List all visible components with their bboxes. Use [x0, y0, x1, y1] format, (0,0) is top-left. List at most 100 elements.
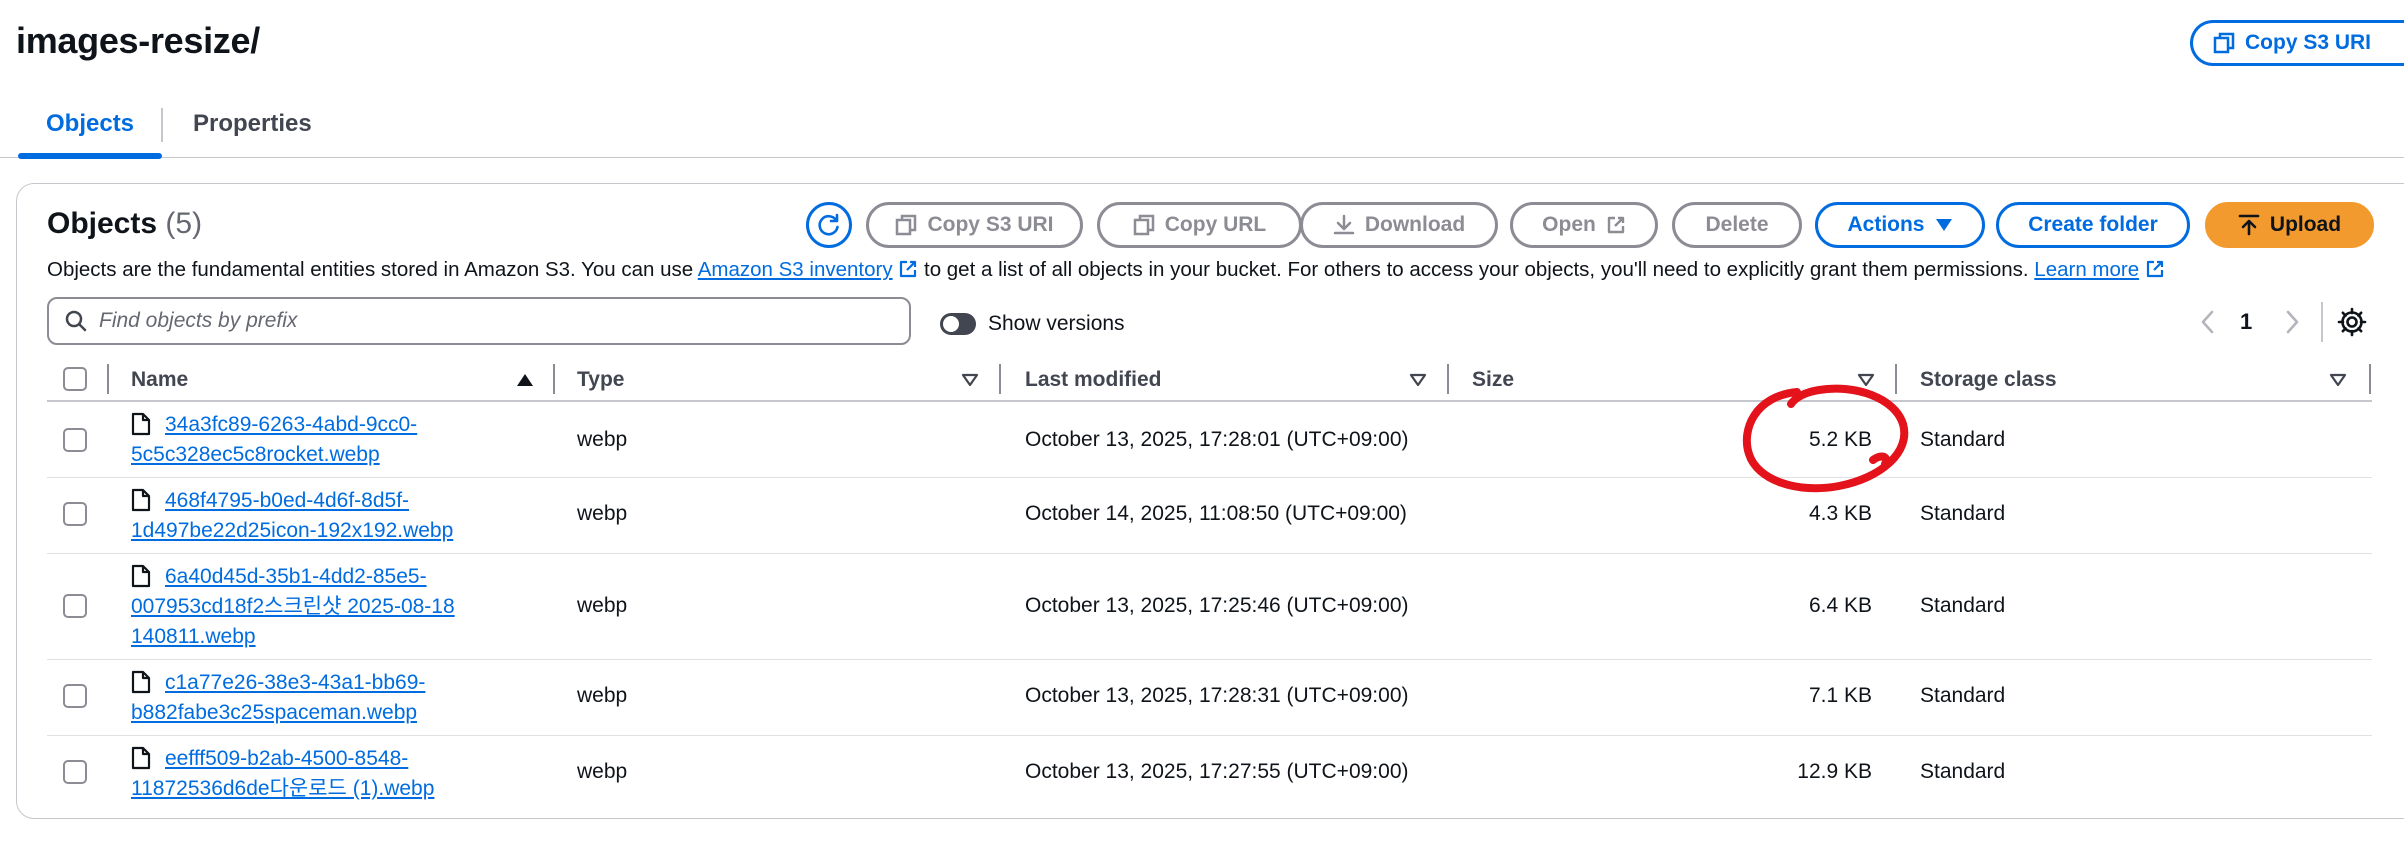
table-row: c1a77e26-38e3-43a1-bb69- b882fabe3c25spac… [47, 660, 2372, 736]
copy-icon [2213, 32, 2235, 54]
column-header-size[interactable]: Size [1472, 368, 1514, 392]
select-all-checkbox[interactable] [63, 367, 87, 391]
copy-s3-uri-label: Copy S3 URI [927, 213, 1054, 236]
copy-url-label: Copy URL [1164, 213, 1267, 236]
tab-bar: Objects Properties [0, 96, 2404, 159]
tab-divider [161, 108, 163, 142]
learn-more-link[interactable]: Learn more [2034, 258, 2139, 281]
copy-icon [896, 214, 917, 236]
upload-label: Upload [2269, 213, 2342, 236]
sort-icon[interactable] [1409, 373, 1427, 387]
column-header-type[interactable]: Type [577, 368, 624, 392]
delete-label: Delete [1705, 213, 1769, 236]
table-row: 6a40d45d-35b1-4dd2-85e5- 007953cd18f2스크린샷… [47, 554, 2372, 660]
description-text-2: to get a list of all objects in your buc… [918, 258, 2035, 281]
sort-ascending-icon[interactable] [516, 373, 534, 387]
column-divider [107, 364, 109, 394]
object-last-modified: October 14, 2025, 11:08:50 (UTC+09:00) [1025, 502, 1407, 525]
object-size: 7.1 KB [1808, 684, 1872, 707]
object-last-modified: October 13, 2025, 17:28:01 (UTC+09:00) [1025, 428, 1409, 451]
annotation-circle [1742, 384, 1909, 493]
object-storage-class: Standard [1920, 760, 2006, 783]
open-label: Open [1542, 213, 1596, 236]
search-box [47, 297, 911, 345]
table-header: Name Type Last modified Size Storage cla… [47, 360, 2372, 402]
download-icon [1333, 214, 1355, 235]
pager-divider [2321, 302, 2323, 342]
create-folder-label: Create folder [2028, 213, 2158, 236]
actions-dropdown[interactable]: Actions [1815, 202, 1985, 248]
object-type: webp [577, 684, 628, 707]
table-row: eefff509-b2ab-4500-8548- 11872536d6de다운로드… [47, 736, 2372, 812]
upload-button[interactable]: Upload [2205, 202, 2374, 248]
column-divider [1447, 364, 1449, 394]
download-button[interactable]: Download [1300, 202, 1498, 248]
header-copy-s3-uri-button[interactable]: Copy S3 URI [2190, 20, 2404, 66]
table-row: 34a3fc89-6263-4abd-9cc0- 5c5c328ec5c8rock… [47, 402, 2372, 478]
sort-icon[interactable] [2329, 373, 2347, 387]
open-button[interactable]: Open [1510, 202, 1658, 248]
column-divider [999, 364, 1001, 394]
chevron-left-icon[interactable] [2196, 306, 2220, 338]
show-versions-toggle[interactable] [940, 313, 976, 335]
objects-count: (5) [165, 207, 203, 240]
object-last-modified: October 13, 2025, 17:28:31 (UTC+09:00) [1025, 684, 1409, 707]
description-text-1: Objects are the fundamental entities sto… [47, 258, 698, 281]
object-storage-class: Standard [1920, 502, 2006, 525]
page-title: images-resize/ [16, 20, 260, 61]
objects-heading-label: Objects [47, 207, 158, 240]
column-header-storage-class[interactable]: Storage class [1920, 368, 2057, 392]
upload-icon [2238, 214, 2260, 236]
object-size: 4.3 KB [1808, 502, 1872, 525]
refresh-button[interactable] [806, 202, 852, 248]
tab-properties[interactable]: Properties [193, 110, 312, 138]
page-number[interactable]: 1 [2240, 309, 2252, 335]
object-type: webp [577, 502, 628, 525]
row-checkbox[interactable] [63, 428, 87, 452]
search-icon [65, 310, 87, 332]
external-link-icon [1607, 216, 1625, 234]
copy-url-button[interactable]: Copy URL [1097, 202, 1302, 248]
copy-s3-uri-button[interactable]: Copy S3 URI [866, 202, 1083, 248]
tab-objects[interactable]: Objects [46, 110, 134, 138]
object-last-modified: October 13, 2025, 17:25:46 (UTC+09:00) [1025, 594, 1409, 617]
object-type: webp [577, 594, 628, 617]
object-name-link[interactable]: 6a40d45d-35b1-4dd2-85e5- 007953cd18f2스크린샷… [131, 562, 491, 652]
object-type: webp [577, 428, 628, 451]
active-tab-indicator [18, 153, 162, 159]
object-name-link[interactable]: 468f4795-b0ed-4d6f-8d5f- 1d497be22d25icon… [131, 486, 491, 546]
caret-down-icon [1935, 219, 1952, 231]
s3-inventory-link[interactable]: Amazon S3 inventory [698, 258, 893, 281]
external-link-icon [2146, 260, 2163, 278]
column-divider [553, 364, 555, 394]
external-link-icon [900, 260, 917, 278]
column-header-last-modified[interactable]: Last modified [1025, 368, 1162, 392]
search-input[interactable] [99, 309, 899, 333]
object-size: 12.9 KB [1797, 760, 1872, 783]
object-last-modified: October 13, 2025, 17:27:55 (UTC+09:00) [1025, 760, 1409, 783]
gear-icon[interactable] [2336, 306, 2368, 338]
object-name-link[interactable]: eefff509-b2ab-4500-8548- 11872536d6de다운로드… [131, 744, 491, 804]
chevron-right-icon[interactable] [2280, 306, 2304, 338]
show-versions-label: Show versions [988, 312, 1125, 335]
delete-button[interactable]: Delete [1672, 202, 1802, 248]
object-storage-class: Standard [1920, 684, 2006, 707]
object-type: webp [577, 760, 628, 783]
object-name-link[interactable]: c1a77e26-38e3-43a1-bb69- b882fabe3c25spac… [131, 668, 491, 728]
column-divider [2369, 364, 2371, 394]
row-checkbox[interactable] [63, 760, 87, 784]
row-checkbox[interactable] [63, 684, 87, 708]
download-label: Download [1364, 213, 1466, 236]
object-name-link[interactable]: 34a3fc89-6263-4abd-9cc0- 5c5c328ec5c8rock… [131, 410, 491, 470]
copy-icon [1133, 214, 1154, 236]
create-folder-button[interactable]: Create folder [1996, 202, 2190, 248]
header-copy-label: Copy S3 URI [2245, 31, 2372, 54]
row-checkbox[interactable] [63, 502, 87, 526]
row-checkbox[interactable] [63, 594, 87, 618]
sort-icon[interactable] [961, 373, 979, 387]
actions-label: Actions [1847, 213, 1925, 236]
object-size: 6.4 KB [1808, 594, 1872, 617]
table-row: 468f4795-b0ed-4d6f-8d5f- 1d497be22d25icon… [47, 478, 2372, 554]
column-header-name[interactable]: Name [131, 368, 188, 392]
objects-description: Objects are the fundamental entities sto… [47, 258, 2165, 282]
